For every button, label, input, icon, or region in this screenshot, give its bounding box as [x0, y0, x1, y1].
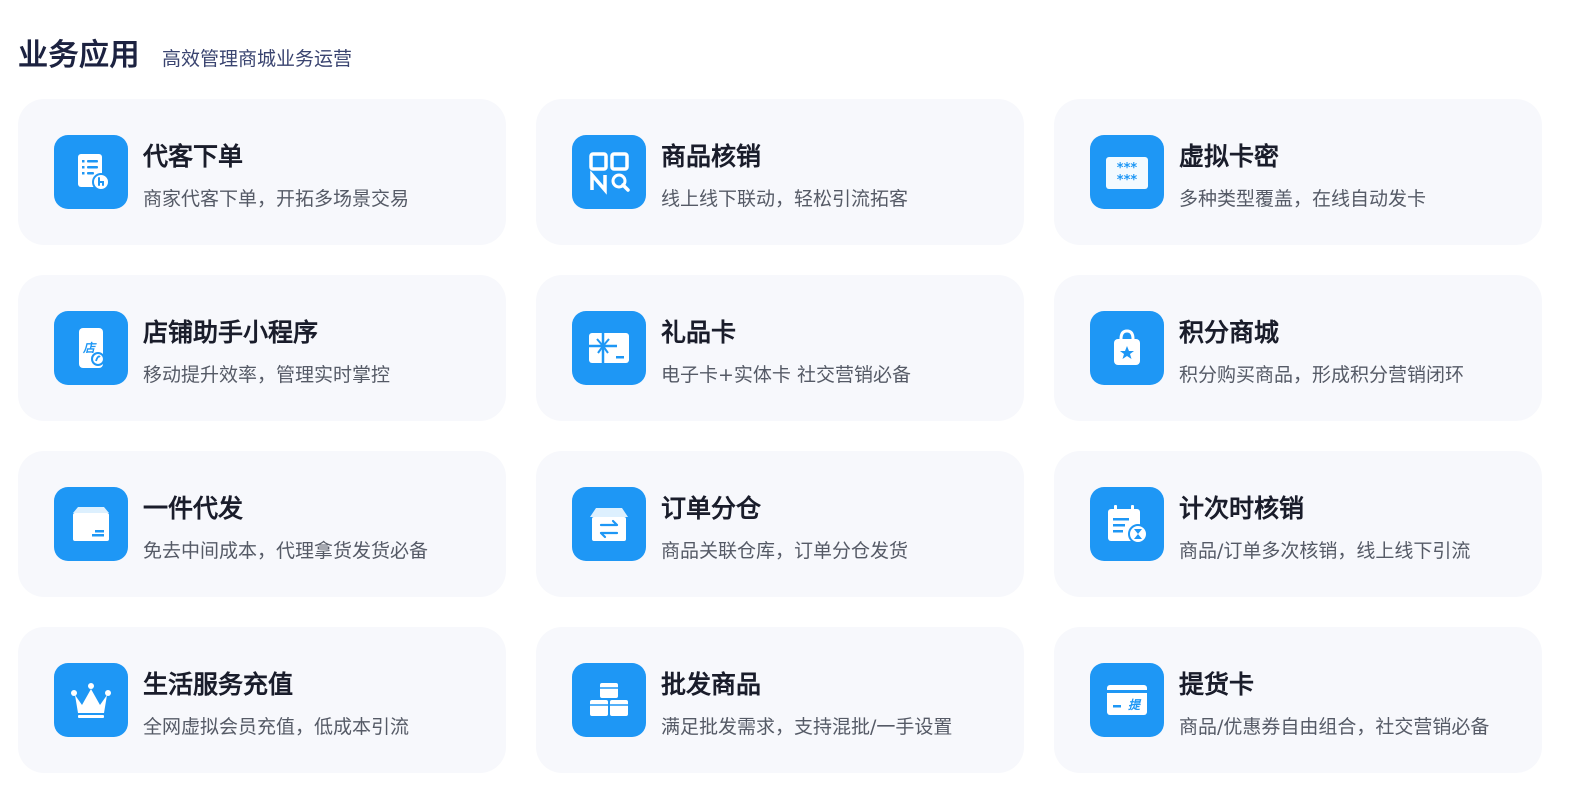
card-description: 线上线下联动，轻松引流拓客	[661, 188, 909, 210]
card-title: 虚拟卡密	[1179, 142, 1280, 171]
card-title: 代客下单	[143, 142, 244, 171]
svg-text:提: 提	[1128, 698, 1142, 712]
qr-scan-icon	[572, 135, 646, 209]
card-title: 一件代发	[143, 494, 244, 523]
app-card-product-verify[interactable]: 商品核销 线上线下联动，轻松引流拓客	[536, 99, 1024, 245]
store-phone-icon: 店	[54, 311, 128, 385]
app-card-dropship[interactable]: 一件代发 免去中间成本，代理拿货发货必备	[18, 451, 506, 597]
crown-icon	[54, 663, 128, 737]
svg-text:***: ***	[1117, 173, 1138, 188]
gift-card-icon	[572, 311, 646, 385]
card-title: 提货卡	[1179, 670, 1255, 699]
app-card-gift-card[interactable]: 礼品卡 电子卡+实体卡 社交营销必备	[536, 275, 1024, 421]
card-description: 全网虚拟会员充值，低成本引流	[143, 716, 410, 738]
card-title: 商品核销	[661, 142, 762, 171]
card-description: 商品/优惠券自由组合，社交营销必备	[1179, 716, 1490, 738]
card-description: 商品/订单多次核销，线上线下引流	[1179, 540, 1471, 562]
calendar-timer-icon	[1090, 487, 1164, 561]
app-card-count-time-verify[interactable]: 计次时核销 商品/订单多次核销，线上线下引流	[1054, 451, 1542, 597]
section-header: 业务应用 高效管理商城业务运营	[18, 30, 352, 74]
app-card-proxy-order[interactable]: 代客下单 商家代客下单，开拓多场景交易	[18, 99, 506, 245]
app-card-wholesale[interactable]: 批发商品 满足批发需求，支持混批/一手设置	[536, 627, 1024, 773]
card-title: 订单分仓	[661, 494, 762, 523]
app-card-points-mall[interactable]: 积分商城 积分购买商品，形成积分营销闭环	[1054, 275, 1542, 421]
app-card-store-assistant[interactable]: 店 店铺助手小程序 移动提升效率，管理实时掌控	[18, 275, 506, 421]
stacked-boxes-icon	[572, 663, 646, 737]
card-title: 计次时核销	[1179, 494, 1305, 523]
app-card-virtual-card[interactable]: *** *** 虚拟卡密 多种类型覆盖，在线自动发卡	[1054, 99, 1542, 245]
app-card-order-warehouse[interactable]: 订单分仓 商品关联仓库，订单分仓发货	[536, 451, 1024, 597]
card-description: 商家代客下单，开拓多场景交易	[143, 188, 410, 210]
card-title: 店铺助手小程序	[143, 318, 319, 347]
card-description: 多种类型覆盖，在线自动发卡	[1179, 188, 1427, 210]
card-title: 礼品卡	[661, 318, 737, 347]
app-card-pickup-card[interactable]: 提 提货卡 商品/优惠券自由组合，社交营销必备	[1054, 627, 1542, 773]
app-grid: 代客下单 商家代客下单，开拓多场景交易 商品核销 线上线下联动，轻松引流拓客 *…	[18, 99, 1542, 773]
page-subtitle: 高效管理商城业务运营	[162, 48, 353, 70]
card-title: 批发商品	[661, 670, 762, 699]
order-list-icon	[54, 135, 128, 209]
card-description: 免去中间成本，代理拿货发货必备	[143, 540, 429, 562]
card-title: 积分商城	[1179, 318, 1280, 347]
card-title: 生活服务充值	[143, 670, 294, 699]
card-description: 商品关联仓库，订单分仓发货	[661, 540, 909, 562]
card-description: 电子卡+实体卡 社交营销必备	[661, 364, 911, 386]
card-description: 积分购买商品，形成积分营销闭环	[1179, 364, 1465, 386]
pickup-card-icon: 提	[1090, 663, 1164, 737]
page-title: 业务应用	[18, 38, 140, 73]
warehouse-transfer-icon	[572, 487, 646, 561]
card-description: 移动提升效率，管理实时掌控	[143, 364, 391, 386]
package-box-icon	[54, 487, 128, 561]
app-card-life-recharge[interactable]: 生活服务充值 全网虚拟会员充值，低成本引流	[18, 627, 506, 773]
card-password-icon: *** ***	[1090, 135, 1164, 209]
shopping-bag-icon	[1090, 311, 1164, 385]
card-description: 满足批发需求，支持混批/一手设置	[661, 716, 953, 738]
